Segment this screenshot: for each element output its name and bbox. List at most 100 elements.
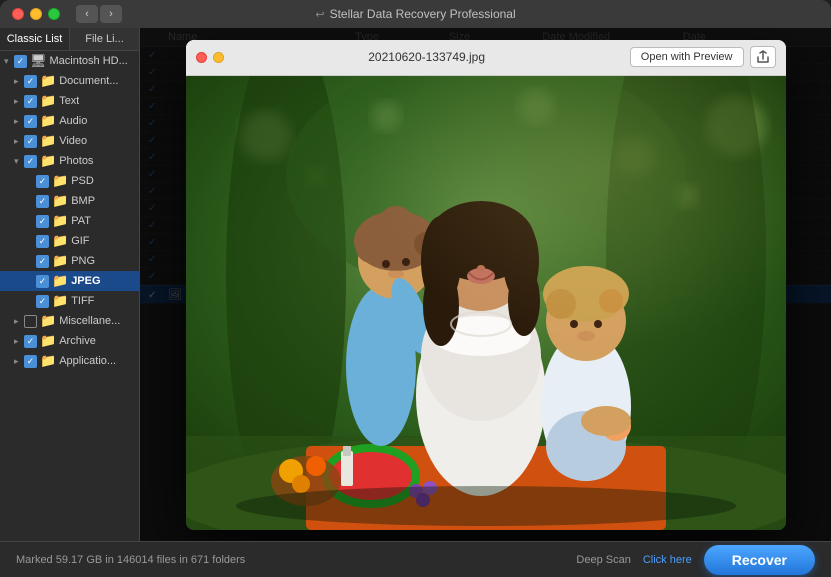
folder-icon-tiff: 📁 (52, 293, 68, 309)
folder-icon-text: 📁 (40, 93, 56, 109)
preview-traffic-lights (196, 52, 224, 63)
preview-minimize-button[interactable] (213, 52, 224, 63)
folder-icon-documents: 📁 (40, 73, 56, 89)
checkbox-photos[interactable]: ✓ (24, 155, 37, 168)
share-button[interactable] (750, 46, 776, 68)
tree-item-photos[interactable]: ▾ ✓ 📁 Photos (0, 151, 139, 171)
sidebar-tabs: Classic List File Li... (0, 28, 139, 51)
photo-svg (186, 76, 786, 530)
close-button[interactable] (12, 8, 24, 20)
chevron-icon: ▸ (14, 356, 24, 367)
folder-icon-audio: 📁 (40, 113, 56, 129)
main-area: Classic List File Li... ▾ ✓ 🖥 Macintosh … (0, 28, 831, 541)
tree-label-tiff: TIFF (71, 295, 94, 307)
forward-button[interactable]: › (100, 5, 122, 23)
folder-icon-macintosh: 🖥 (30, 53, 47, 69)
chevron-icon: ▾ (4, 56, 14, 67)
preview-filename: 20210620-133749.jpg (224, 50, 630, 64)
deep-scan-label: Deep Scan (576, 554, 630, 566)
preview-window: 20210620-133749.jpg Open with Preview (186, 40, 786, 530)
folder-icon-bmp: 📁 (52, 193, 68, 209)
checkbox-pat[interactable]: ✓ (36, 215, 49, 228)
tree-label-pat: PAT (71, 215, 91, 227)
folder-icon-miscellaneous: 📁 (40, 313, 56, 329)
checkbox-jpeg[interactable]: ✓ (36, 275, 49, 288)
tree-item-documents[interactable]: ▸ ✓ 📁 Document... (0, 71, 139, 91)
app-icon: ↩ (315, 8, 324, 21)
traffic-lights (12, 8, 60, 20)
checkbox-documents[interactable]: ✓ (24, 75, 37, 88)
tree-label-photos: Photos (59, 155, 93, 167)
checkbox-archive[interactable]: ✓ (24, 335, 37, 348)
tree-item-text[interactable]: ▸ ✓ 📁 Text (0, 91, 139, 111)
deep-scan-link[interactable]: Click here (643, 554, 692, 566)
tree-label-psd: PSD (71, 175, 94, 187)
tree-label-applications: Applicatio... (59, 355, 116, 367)
tree-item-jpeg[interactable]: ✓ 📁 JPEG (0, 271, 139, 291)
tree-item-gif[interactable]: ✓ 📁 GIF (0, 231, 139, 251)
tree-item-psd[interactable]: ✓ 📁 PSD (0, 171, 139, 191)
tab-file-list[interactable]: File Li... (70, 28, 139, 50)
checkbox-bmp[interactable]: ✓ (36, 195, 49, 208)
tree-item-applications[interactable]: ▸ ✓ 📁 Applicatio... (0, 351, 139, 371)
back-button[interactable]: ‹ (76, 5, 98, 23)
checkbox-psd[interactable]: ✓ (36, 175, 49, 188)
chevron-icon: ▸ (14, 336, 24, 347)
folder-icon-pat: 📁 (52, 213, 68, 229)
folder-icon-applications: 📁 (40, 353, 56, 369)
chevron-icon: ▾ (14, 156, 24, 167)
status-text: Marked 59.17 GB in 146014 files in 671 f… (16, 554, 564, 566)
preview-image (186, 76, 786, 530)
checkbox-png[interactable]: ✓ (36, 255, 49, 268)
chevron-icon: ▸ (14, 136, 24, 147)
recover-button[interactable]: Recover (704, 545, 815, 575)
checkbox-macintosh[interactable]: ✓ (14, 55, 27, 68)
checkbox-audio[interactable]: ✓ (24, 115, 37, 128)
content-pane: Name Type Size Date Modified Date ✓ 01:3… (140, 28, 831, 541)
share-icon (756, 50, 770, 64)
maximize-button[interactable] (48, 8, 60, 20)
checkbox-video[interactable]: ✓ (24, 135, 37, 148)
app-title: ↩ Stellar Data Recovery Professional (315, 7, 515, 21)
folder-icon-video: 📁 (40, 133, 56, 149)
checkbox-gif[interactable]: ✓ (36, 235, 49, 248)
tree-item-archive[interactable]: ▸ ✓ 📁 Archive (0, 331, 139, 351)
checkbox-tiff[interactable]: ✓ (36, 295, 49, 308)
tree-item-miscellaneous[interactable]: ▸ 📁 Miscellane... (0, 311, 139, 331)
tree-item-audio[interactable]: ▸ ✓ 📁 Audio (0, 111, 139, 131)
sidebar: Classic List File Li... ▾ ✓ 🖥 Macintosh … (0, 28, 140, 541)
chevron-icon: ▸ (14, 96, 24, 107)
tree-item-pat[interactable]: ✓ 📁 PAT (0, 211, 139, 231)
nav-buttons: ‹ › (76, 5, 122, 23)
folder-icon-jpeg: 📁 (52, 273, 68, 289)
chevron-icon: ▸ (14, 116, 24, 127)
tree-item-bmp[interactable]: ✓ 📁 BMP (0, 191, 139, 211)
tree-item-png[interactable]: ✓ 📁 PNG (0, 251, 139, 271)
checkbox-miscellaneous[interactable] (24, 315, 37, 328)
tab-classic-list[interactable]: Classic List (0, 28, 70, 50)
tree-item-video[interactable]: ▸ ✓ 📁 Video (0, 131, 139, 151)
bottom-bar: Marked 59.17 GB in 146014 files in 671 f… (0, 541, 831, 577)
tree-label-jpeg: JPEG (71, 275, 100, 287)
tree-label-documents: Document... (59, 75, 118, 87)
title-bar: ‹ › ↩ Stellar Data Recovery Professional (0, 0, 831, 28)
chevron-icon: ▸ (14, 316, 24, 327)
chevron-icon: ▸ (14, 76, 24, 87)
preview-overlay: 20210620-133749.jpg Open with Preview (140, 28, 831, 541)
open-with-preview-button[interactable]: Open with Preview (630, 47, 744, 67)
tree-label-gif: GIF (71, 235, 89, 247)
preview-close-button[interactable] (196, 52, 207, 63)
tree-label-archive: Archive (59, 335, 96, 347)
checkbox-applications[interactable]: ✓ (24, 355, 37, 368)
folder-icon-archive: 📁 (40, 333, 56, 349)
preview-titlebar: 20210620-133749.jpg Open with Preview (186, 40, 786, 76)
tree-item-tiff[interactable]: ✓ 📁 TIFF (0, 291, 139, 311)
tree-label-audio: Audio (59, 115, 87, 127)
tree-item-macintosh[interactable]: ▾ ✓ 🖥 Macintosh HD... (0, 51, 139, 71)
checkbox-text[interactable]: ✓ (24, 95, 37, 108)
tree-label-png: PNG (71, 255, 95, 267)
folder-icon-photos: 📁 (40, 153, 56, 169)
tree-label-miscellaneous: Miscellane... (59, 315, 120, 327)
folder-icon-png: 📁 (52, 253, 68, 269)
minimize-button[interactable] (30, 8, 42, 20)
